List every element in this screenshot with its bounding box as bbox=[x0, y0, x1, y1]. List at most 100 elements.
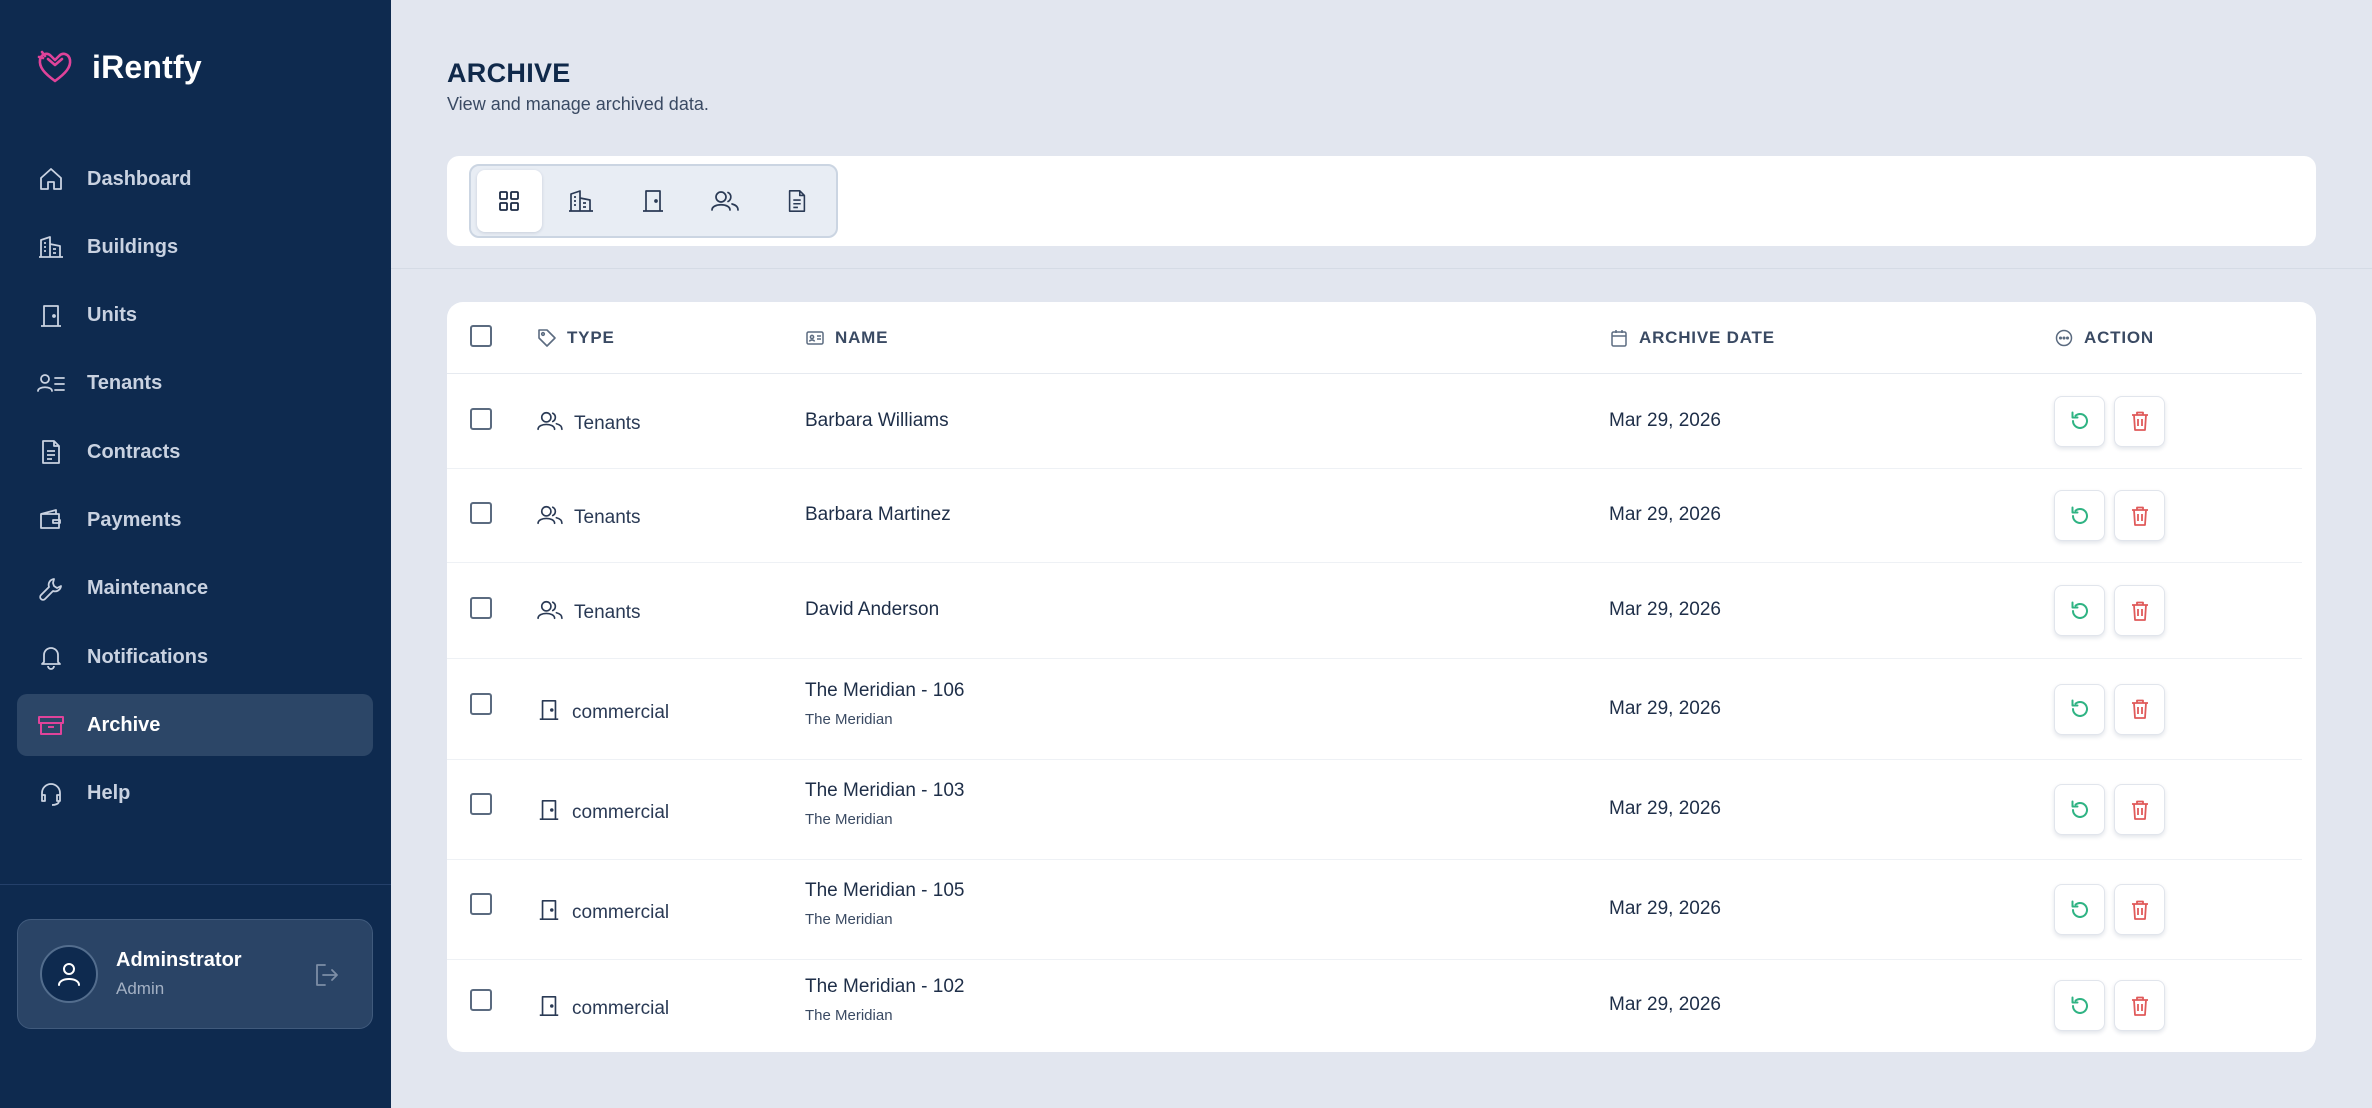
sidebar-item-label: Units bbox=[87, 304, 137, 327]
row-checkbox[interactable] bbox=[470, 407, 492, 430]
page-subtitle: View and manage archived data. bbox=[447, 94, 709, 114]
restore-button[interactable] bbox=[2054, 395, 2105, 447]
sidebar-item-archive[interactable]: Archive bbox=[17, 694, 373, 757]
restore-button[interactable] bbox=[2054, 585, 2105, 636]
archive-date: Mar 29, 2026 bbox=[1609, 409, 1721, 431]
trash-icon bbox=[2131, 900, 2148, 920]
archive-box-icon bbox=[37, 711, 65, 739]
wrench-icon bbox=[37, 575, 65, 603]
restore-button[interactable] bbox=[2054, 884, 2105, 935]
sidebar-item-contracts[interactable]: Contracts bbox=[17, 421, 373, 483]
delete-button[interactable] bbox=[2114, 585, 2165, 636]
door-icon bbox=[642, 190, 663, 212]
table-row: commercial The Meridian - 103 The Meridi… bbox=[447, 760, 2302, 860]
door-icon bbox=[537, 798, 572, 828]
delete-button[interactable] bbox=[2114, 490, 2165, 541]
door-icon bbox=[537, 994, 572, 1024]
delete-button[interactable] bbox=[2114, 395, 2165, 447]
user-card[interactable]: Adminstrator Admin bbox=[17, 919, 373, 1029]
select-all-checkbox[interactable] bbox=[470, 325, 492, 347]
type-label: commercial bbox=[572, 802, 670, 823]
sidebar-item-dashboard[interactable]: Dashboard bbox=[17, 148, 373, 210]
row-checkbox[interactable] bbox=[470, 793, 492, 815]
trash-icon bbox=[2131, 506, 2148, 526]
brand[interactable]: iRentfy bbox=[36, 48, 202, 86]
filter-all-button[interactable] bbox=[477, 170, 542, 232]
table-row: commercial The Meridian - 102 The Meridi… bbox=[447, 960, 2302, 1052]
document-icon bbox=[788, 190, 805, 212]
sidebar-item-units[interactable]: Units bbox=[17, 285, 373, 347]
column-name-label: NAME bbox=[835, 328, 889, 347]
delete-button[interactable] bbox=[2114, 683, 2165, 735]
delete-button[interactable] bbox=[2114, 884, 2165, 935]
row-actions bbox=[2054, 490, 2165, 541]
trash-icon bbox=[2131, 996, 2148, 1016]
headset-icon bbox=[37, 780, 65, 808]
filter-buildings-button[interactable] bbox=[549, 170, 614, 232]
sidebar-item-label: Payments bbox=[87, 508, 182, 531]
delete-button[interactable] bbox=[2114, 784, 2165, 835]
table-header: TYPE NAME ARCHIVE DATE ACTION bbox=[447, 302, 2302, 374]
column-name[interactable]: NAME bbox=[805, 328, 888, 348]
row-actions bbox=[2054, 395, 2165, 447]
column-archive-date[interactable]: ARCHIVE DATE bbox=[1609, 328, 1775, 348]
type-filter-group bbox=[469, 164, 838, 238]
filter-tenants-button[interactable] bbox=[692, 170, 757, 232]
sidebar-divider bbox=[0, 884, 391, 885]
archive-date: Mar 29, 2026 bbox=[1609, 504, 1721, 525]
sidebar-item-help[interactable]: Help bbox=[17, 763, 373, 825]
name-cell: David Anderson bbox=[805, 599, 939, 621]
sidebar-item-label: Dashboard bbox=[87, 167, 192, 190]
users-icon bbox=[710, 191, 739, 211]
restore-button[interactable] bbox=[2054, 490, 2105, 541]
sidebar-item-buildings[interactable]: Buildings bbox=[17, 216, 373, 278]
type-cell: commercial bbox=[537, 994, 669, 1024]
name-cell: The Meridian - 102 The Meridian bbox=[805, 976, 964, 1024]
restore-icon bbox=[2071, 996, 2088, 1014]
column-action-label: ACTION bbox=[2084, 328, 2154, 347]
user-role: Admin bbox=[116, 979, 165, 998]
type-cell: Tenants bbox=[537, 410, 641, 438]
logout-button[interactable] bbox=[312, 960, 342, 990]
delete-button[interactable] bbox=[2114, 980, 2165, 1031]
restore-icon bbox=[2071, 601, 2088, 619]
wallet-icon bbox=[37, 506, 65, 534]
type-cell: Tenants bbox=[537, 599, 641, 627]
row-checkbox[interactable] bbox=[470, 893, 492, 915]
row-checkbox[interactable] bbox=[470, 502, 492, 524]
tag-icon bbox=[538, 329, 556, 347]
filter-units-button[interactable] bbox=[621, 170, 686, 232]
row-checkbox[interactable] bbox=[470, 989, 492, 1011]
column-type[interactable]: TYPE bbox=[537, 328, 615, 348]
filter-card bbox=[447, 156, 2316, 246]
archive-table: TYPE NAME ARCHIVE DATE ACTION Tenants Ba… bbox=[447, 302, 2316, 1052]
restore-button[interactable] bbox=[2054, 980, 2105, 1031]
filter-contracts-button[interactable] bbox=[764, 170, 829, 232]
users-icon bbox=[537, 410, 574, 438]
sidebar-item-tenants[interactable]: Tenants bbox=[17, 353, 373, 415]
type-label: Tenants bbox=[574, 507, 641, 528]
record-name: The Meridian - 102 bbox=[805, 976, 965, 997]
restore-button[interactable] bbox=[2054, 784, 2105, 835]
archive-date: Mar 29, 2026 bbox=[1609, 898, 1721, 919]
trash-icon bbox=[2131, 411, 2148, 431]
page-title: ARCHIVE bbox=[447, 58, 571, 88]
sidebar-item-maintenance[interactable]: Maintenance bbox=[17, 558, 373, 620]
sidebar-item-label: Contracts bbox=[87, 440, 181, 463]
door-icon bbox=[537, 698, 572, 728]
sidebar-item-payments[interactable]: Payments bbox=[17, 489, 373, 551]
sidebar-nav: Dashboard Buildings Units Tenants Contra… bbox=[17, 148, 373, 831]
record-name: The Meridian - 105 bbox=[805, 880, 965, 901]
row-checkbox[interactable] bbox=[470, 597, 492, 619]
user-name: Adminstrator bbox=[116, 949, 242, 971]
name-cell: The Meridian - 105 The Meridian bbox=[805, 880, 964, 928]
sidebar-item-label: Help bbox=[87, 782, 131, 805]
restore-button[interactable] bbox=[2054, 683, 2105, 735]
archive-date: Mar 29, 2026 bbox=[1609, 697, 1721, 719]
row-checkbox[interactable] bbox=[470, 692, 492, 715]
table-row: commercial The Meridian - 105 The Meridi… bbox=[447, 860, 2302, 960]
sidebar-item-label: Buildings bbox=[87, 235, 179, 258]
app-name: iRentfy bbox=[92, 48, 202, 85]
type-label: Tenants bbox=[574, 412, 641, 434]
sidebar-item-notifications[interactable]: Notifications bbox=[17, 626, 373, 688]
